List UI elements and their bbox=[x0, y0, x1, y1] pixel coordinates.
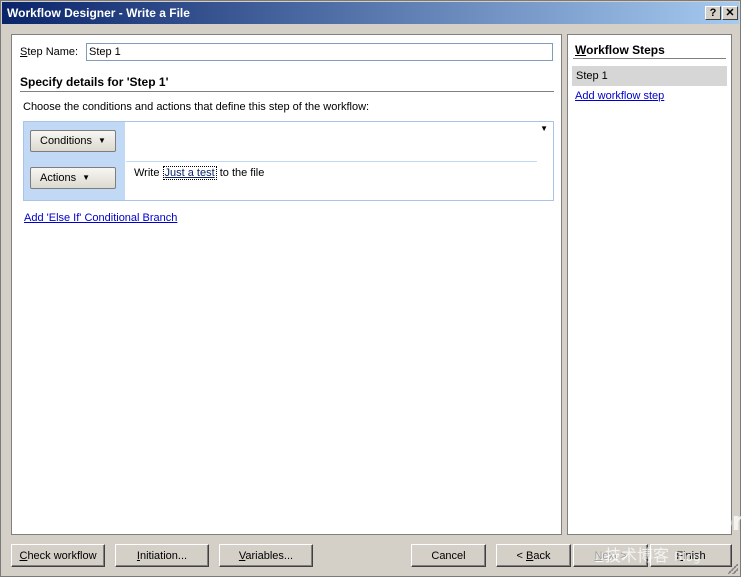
workflow-steps-divider bbox=[573, 58, 726, 59]
workflow-steps-title: Workflow Steps bbox=[575, 43, 665, 57]
step-details-panel: Step Name: Specify details for 'Step 1' … bbox=[11, 34, 562, 535]
step-name-label-text: tep Name: bbox=[27, 46, 79, 58]
add-else-if-branch-link[interactable]: Add 'Else If' Conditional Branch bbox=[24, 212, 177, 224]
workflow-step-item[interactable]: Step 1 bbox=[572, 66, 727, 86]
back-button[interactable]: < Back bbox=[496, 544, 571, 567]
rule-menu-arrow-icon[interactable]: ▼ bbox=[540, 124, 548, 133]
section-divider bbox=[20, 91, 554, 92]
rule-divider bbox=[126, 161, 537, 162]
resize-grip-icon[interactable] bbox=[728, 564, 738, 574]
window-title: Workflow Designer - Write a File bbox=[7, 6, 190, 20]
action-suffix: to the file bbox=[219, 167, 265, 179]
instruction-text: Choose the conditions and actions that d… bbox=[23, 101, 370, 113]
check-workflow-label: heck workflow bbox=[27, 550, 97, 562]
add-workflow-step-link[interactable]: Add workflow step bbox=[575, 90, 664, 102]
watermark-sub-text: 技术博客 bbox=[605, 546, 670, 565]
cancel-button[interactable]: Cancel bbox=[411, 544, 486, 567]
close-button[interactable]: ✕ bbox=[722, 6, 738, 20]
help-button[interactable]: ? bbox=[705, 6, 721, 20]
action-prefix: Write bbox=[134, 167, 160, 179]
action-sentence: Write Just a test to the file bbox=[134, 166, 265, 180]
workflow-steps-panel: Workflow Steps Step 1 Add workflow step bbox=[567, 34, 732, 535]
section-title: Specify details for 'Step 1' bbox=[20, 75, 169, 89]
conditions-button[interactable]: Conditions ▼ bbox=[30, 130, 116, 152]
check-workflow-button[interactable]: Check workflow bbox=[11, 544, 105, 567]
workflow-steps-title-accel: W bbox=[575, 43, 587, 57]
watermark-tag: Blog bbox=[674, 550, 701, 564]
workflow-designer-window: Workflow Designer - Write a File ? ✕ Ste… bbox=[0, 0, 741, 577]
dropdown-arrow-icon: ▼ bbox=[97, 136, 106, 145]
variables-button[interactable]: Variables... bbox=[219, 544, 313, 567]
workflow-steps-title-text: orkflow Steps bbox=[586, 43, 665, 57]
actions-button-label: Actions bbox=[40, 172, 77, 184]
variables-label: ariables... bbox=[245, 550, 294, 562]
back-prefix: < bbox=[516, 550, 526, 562]
watermark-subtitle: 技术博客 Blog bbox=[605, 542, 701, 566]
step-name-label: Step Name: bbox=[20, 46, 78, 58]
initiation-button[interactable]: Initiation... bbox=[115, 544, 209, 567]
dropdown-arrow-icon: ▼ bbox=[82, 173, 90, 182]
rule-button-column: Conditions ▼ Actions ▼ bbox=[24, 122, 125, 200]
back-label: ack bbox=[533, 550, 551, 562]
rule-box: Conditions ▼ Actions ▼ ▼ Write Just a test… bbox=[23, 121, 554, 201]
step-name-input[interactable] bbox=[86, 43, 553, 61]
title-bar: Workflow Designer - Write a File ? ✕ bbox=[2, 2, 739, 24]
initiation-label: nitiation... bbox=[139, 550, 188, 562]
action-parameter-link[interactable]: Just a test bbox=[162, 166, 217, 180]
actions-button[interactable]: Actions ▼ bbox=[30, 167, 116, 189]
conditions-button-label: Conditions bbox=[40, 135, 92, 147]
watermark-logo: 51CTO.com bbox=[602, 507, 741, 537]
